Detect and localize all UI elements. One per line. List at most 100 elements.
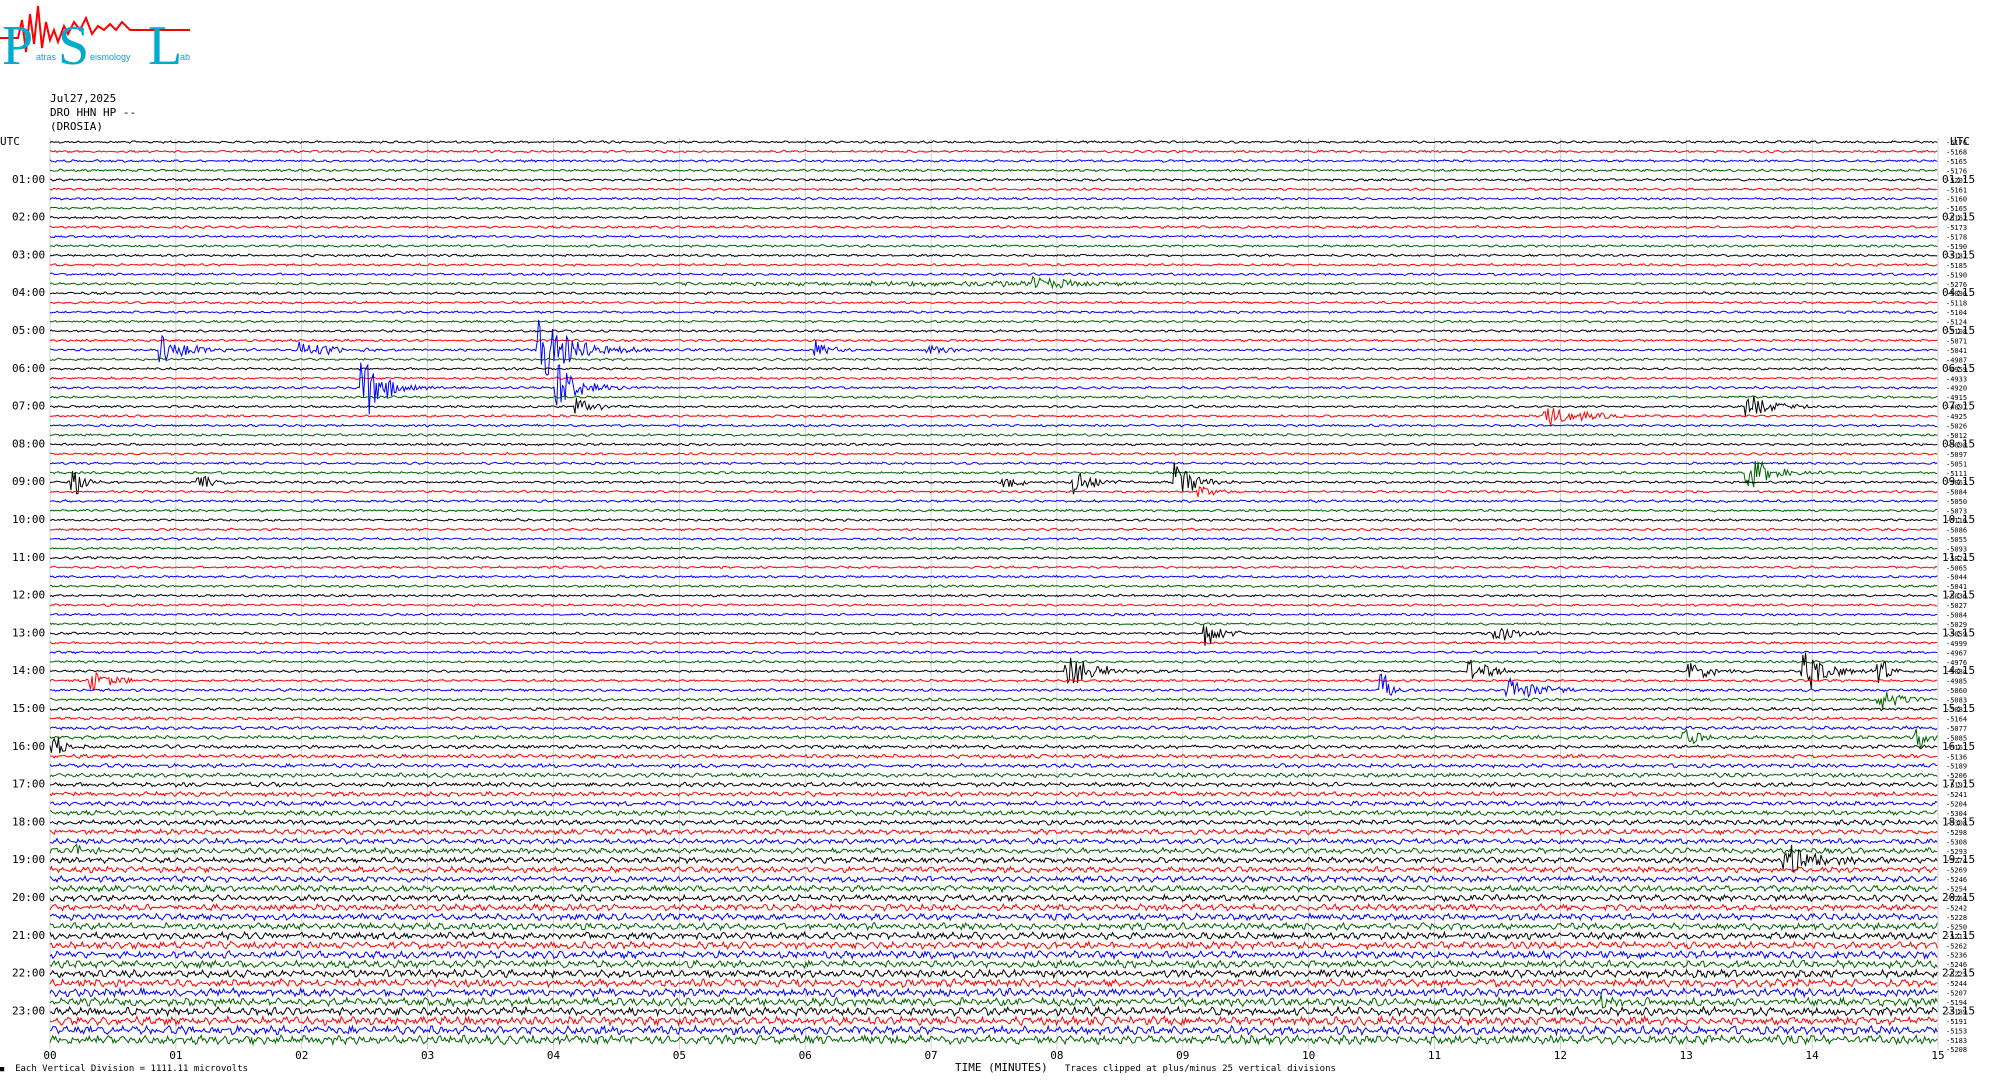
hour-label-right: 23:15 xyxy=(1942,1004,1975,1017)
trace-offset-label: -5084 xyxy=(1946,489,1967,497)
hour-label-left: 10:00 xyxy=(12,513,45,526)
seismic-trace xyxy=(49,728,1938,749)
seismic-trace xyxy=(49,715,1938,721)
seismic-trace xyxy=(49,196,1938,201)
seismic-trace xyxy=(49,518,1938,522)
hour-label-right: 19:15 xyxy=(1942,853,1975,866)
seismic-trace xyxy=(49,168,1938,173)
trace-offset-label: -5191 xyxy=(1946,1018,1967,1026)
seismic-trace xyxy=(49,1033,1938,1047)
hour-label-left: 08:00 xyxy=(12,437,45,450)
seismic-trace xyxy=(49,593,1938,598)
seismic-trace xyxy=(49,319,1938,376)
seismic-trace xyxy=(49,499,1938,504)
seismic-trace xyxy=(49,865,1938,874)
seismic-trace xyxy=(49,546,1938,551)
trace-offset-label: -5244 xyxy=(1946,980,1967,988)
seismic-trace xyxy=(49,650,1938,655)
seismic-trace xyxy=(49,621,1938,626)
seismic-trace xyxy=(49,977,1938,989)
seismic-trace xyxy=(49,827,1938,836)
seismic-trace xyxy=(49,930,1938,941)
trace-offset-label: -5208 xyxy=(1946,1046,1967,1054)
seismic-trace xyxy=(49,310,1938,315)
utc-label-right: UTC xyxy=(1950,135,1970,148)
hour-label-right: 01:15 xyxy=(1942,173,1975,186)
hour-label-left: 04:00 xyxy=(12,286,45,299)
hour-label-left: 20:00 xyxy=(12,891,45,904)
hour-label-right: 21:15 xyxy=(1942,929,1975,942)
seismic-trace xyxy=(49,762,1938,769)
seismic-trace xyxy=(49,652,1938,689)
x-tick-label: 02 xyxy=(295,1049,308,1062)
seismic-trace xyxy=(49,737,1938,754)
seismic-trace xyxy=(49,612,1938,617)
seismic-trace xyxy=(49,244,1938,248)
seismic-trace xyxy=(49,451,1938,456)
trace-offset-label: -5084 xyxy=(1946,612,1967,620)
seismic-trace xyxy=(49,395,1938,417)
hour-label-left: 19:00 xyxy=(12,853,45,866)
x-tick-label: 01 xyxy=(169,1049,182,1062)
trace-offset-label: -5044 xyxy=(1946,574,1967,582)
seismic-trace xyxy=(49,837,1938,846)
trace-offset-label: -5050 xyxy=(1946,498,1967,506)
seismic-trace xyxy=(49,781,1938,788)
seismic-trace xyxy=(49,536,1938,541)
seismic-trace xyxy=(49,215,1938,220)
seismic-trace xyxy=(49,462,1938,495)
x-tick-label: 14 xyxy=(1806,1049,1820,1062)
trace-offset-label: -5178 xyxy=(1946,234,1967,242)
x-tick-label: 00 xyxy=(43,1049,56,1062)
hour-label-left: 23:00 xyxy=(12,1004,45,1017)
seismic-trace xyxy=(50,692,1938,709)
hour-label-left: 15:00 xyxy=(12,702,45,715)
vertical-division-text: Each Vertical Division = 1111.11 microvo… xyxy=(15,1064,249,1074)
seismic-trace xyxy=(49,902,1938,913)
x-tick-label: 07 xyxy=(924,1049,937,1062)
hour-label-left: 22:00 xyxy=(12,967,45,980)
trace-offset-label: -5051 xyxy=(1946,460,1967,468)
seismic-trace xyxy=(49,366,1938,371)
seismic-trace xyxy=(49,338,1938,343)
trace-offset-label: -5161 xyxy=(1946,186,1967,194)
trace-offset-label: -5242 xyxy=(1946,904,1967,912)
hour-label-left: 21:00 xyxy=(12,929,45,942)
footer-mark: ■ xyxy=(0,1065,5,1073)
hour-label-right: 09:15 xyxy=(1942,475,1975,488)
hour-label-right: 20:15 xyxy=(1942,891,1975,904)
trace-offset-label: -4933 xyxy=(1946,375,1967,383)
seismic-trace xyxy=(49,262,1938,267)
trace-offset-label: -5246 xyxy=(1946,876,1967,884)
trace-offset-label: -5041 xyxy=(1946,347,1967,355)
x-tick-label: 09 xyxy=(1176,1049,1189,1062)
x-tick-label: 05 xyxy=(673,1049,686,1062)
seismic-trace xyxy=(49,1024,1938,1037)
x-tick-label: 11 xyxy=(1428,1049,1441,1062)
trace-offset-label: -5173 xyxy=(1946,224,1967,232)
seismic-trace xyxy=(49,800,1938,807)
seismic-trace xyxy=(49,508,1938,513)
trace-offset-label: -5165 xyxy=(1946,158,1967,166)
seismic-trace xyxy=(49,408,1938,427)
trace-offset-label: -5168 xyxy=(1946,148,1967,156)
hour-label-right: 22:15 xyxy=(1942,967,1975,980)
seismic-trace xyxy=(50,291,1938,296)
seismic-trace xyxy=(49,818,1938,827)
trace-offset-label: -5026 xyxy=(1946,423,1967,431)
hour-label-right: 02:15 xyxy=(1942,211,1975,224)
trace-offset-label: -5164 xyxy=(1946,715,1967,723)
hour-label-right: 11:15 xyxy=(1942,551,1975,564)
hour-label-left: 09:00 xyxy=(12,475,45,488)
seismic-trace xyxy=(49,986,1938,999)
seismic-trace xyxy=(49,603,1938,607)
seismic-trace xyxy=(49,555,1938,560)
time-axis-title: TIME (MINUTES) xyxy=(955,1061,1048,1074)
trace-offset-label: -5236 xyxy=(1946,952,1967,960)
seismic-trace xyxy=(49,225,1938,230)
seismic-trace xyxy=(49,753,1938,760)
x-tick-label: 06 xyxy=(799,1049,812,1062)
utc-label-left: UTC xyxy=(0,135,20,148)
clip-note: Traces clipped at plus/minus 25 vertical… xyxy=(1065,1064,1336,1074)
x-tick-label: 10 xyxy=(1302,1049,1315,1062)
